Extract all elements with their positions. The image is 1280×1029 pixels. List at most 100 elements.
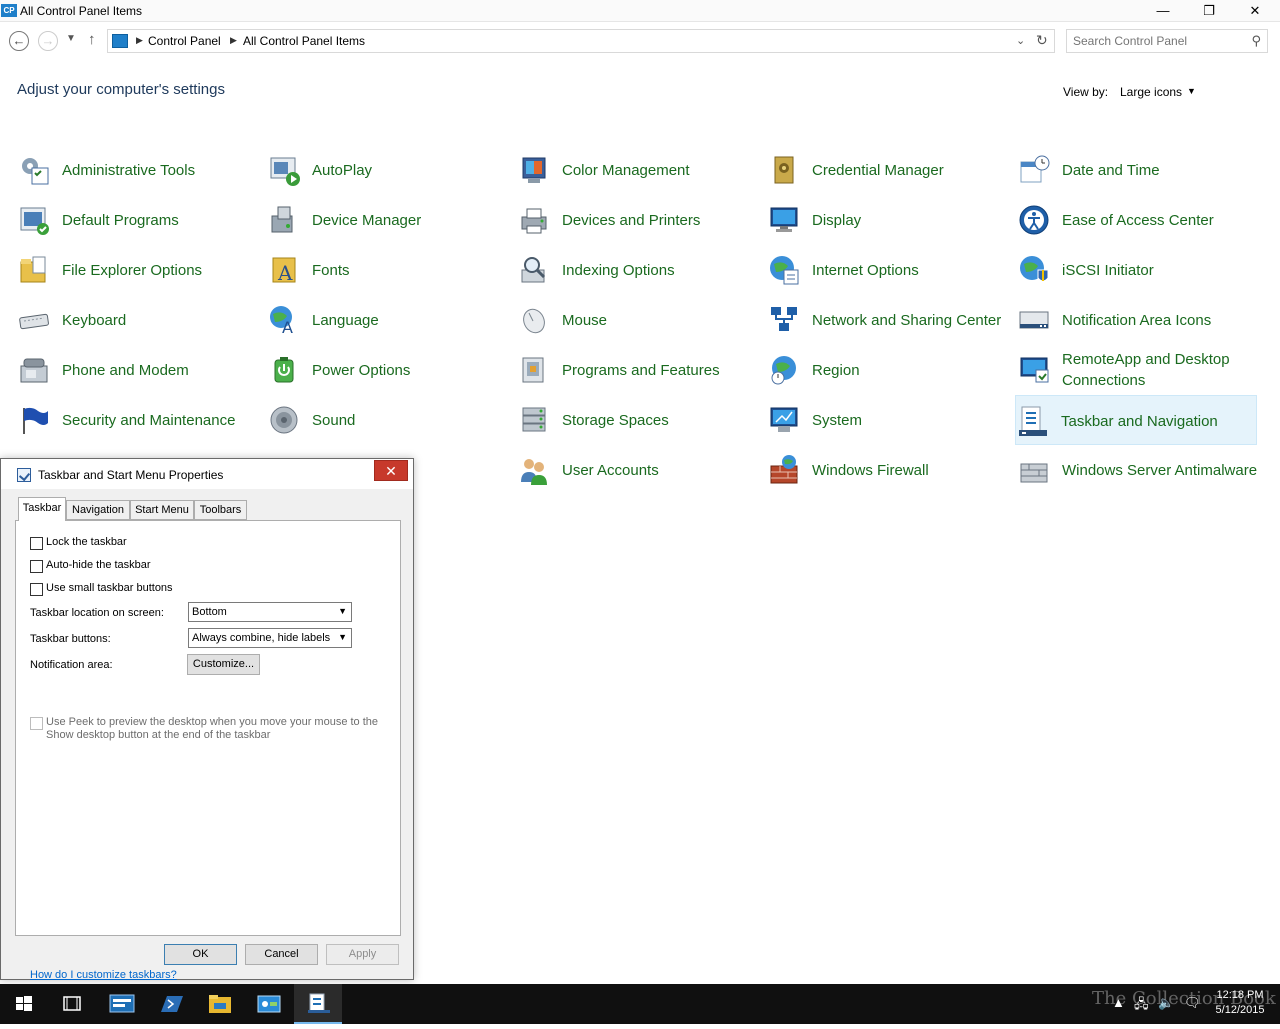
close-button[interactable]: ✕ bbox=[1232, 0, 1278, 22]
control-panel-item[interactable]: Phone and Modem bbox=[17, 345, 259, 395]
control-panel-item[interactable]: File Explorer Options bbox=[17, 245, 259, 295]
taskbar-properties-button[interactable] bbox=[294, 984, 342, 1024]
start-button[interactable] bbox=[0, 984, 48, 1024]
view-by-dropdown[interactable]: Large icons bbox=[1120, 85, 1182, 99]
control-panel-item[interactable]: A Fonts bbox=[267, 245, 509, 295]
control-panel-item[interactable]: RemoteApp and Desktop Connections bbox=[1017, 345, 1259, 395]
forward-arrow-icon[interactable]: → bbox=[38, 31, 58, 51]
control-panel-item[interactable]: Color Management bbox=[517, 145, 759, 195]
control-panel-item[interactable]: Network and Sharing Center bbox=[767, 295, 1009, 345]
control-panel-item[interactable]: System bbox=[767, 395, 1009, 445]
dialog-title: Taskbar and Start Menu Properties bbox=[38, 468, 224, 482]
network-icon[interactable]: 🖧 bbox=[1134, 995, 1149, 1017]
control-panel-item-label: File Explorer Options bbox=[62, 261, 203, 279]
windows-logo-icon bbox=[16, 996, 32, 1011]
control-panel-item[interactable]: Administrative Tools bbox=[17, 145, 259, 195]
programs-icon bbox=[518, 354, 550, 386]
control-panel-item-label: Mouse bbox=[562, 311, 608, 329]
control-panel-item[interactable]: Windows Server Antimalware bbox=[1017, 445, 1259, 495]
control-panel-item[interactable]: Power Options bbox=[267, 345, 509, 395]
address-dropdown-chevron-icon[interactable]: ⌄ bbox=[1016, 34, 1025, 47]
breadcrumb-chevron-icon[interactable]: ▶ bbox=[230, 35, 237, 46]
control-panel-item[interactable]: Windows Firewall bbox=[767, 445, 1009, 495]
control-panel-item[interactable]: Default Programs bbox=[17, 195, 259, 245]
task-view-button[interactable] bbox=[48, 984, 96, 1024]
antimalware-icon bbox=[1018, 454, 1050, 486]
control-panel-item[interactable]: User Accounts bbox=[517, 445, 759, 495]
control-panel-item[interactable]: Storage Spaces bbox=[517, 395, 759, 445]
control-panel-item[interactable]: Programs and Features bbox=[517, 345, 759, 395]
tab-taskbar[interactable]: Taskbar bbox=[18, 497, 66, 521]
volume-icon[interactable]: 🔈 bbox=[1158, 995, 1174, 1011]
mouse-icon bbox=[518, 304, 550, 336]
search-icon[interactable]: ⚲ bbox=[1251, 33, 1261, 49]
control-panel-item[interactable]: A Language bbox=[267, 295, 509, 345]
small-buttons-checkbox[interactable] bbox=[30, 583, 43, 596]
control-panel-item[interactable]: iSCSI Initiator bbox=[1017, 245, 1259, 295]
fonts-icon: A bbox=[268, 254, 300, 286]
file-explorer-button[interactable] bbox=[196, 984, 244, 1024]
control-panel-item-label: Indexing Options bbox=[562, 261, 675, 279]
control-panel-item[interactable]: Device Manager bbox=[267, 195, 509, 245]
tab-start-menu[interactable]: Start Menu bbox=[130, 500, 194, 520]
control-panel-item-label: User Accounts bbox=[562, 461, 659, 479]
taskbar-buttons-select[interactable]: Always combine, hide labels ▼ bbox=[188, 628, 352, 648]
breadcrumb-chevron-icon[interactable]: ▶ bbox=[136, 35, 143, 46]
control-panel-item[interactable]: Ease of Access Center bbox=[1017, 195, 1259, 245]
powershell-icon bbox=[161, 996, 183, 1012]
control-panel-item[interactable]: Mouse bbox=[517, 295, 759, 345]
control-panel-item[interactable]: Security and Maintenance bbox=[17, 395, 259, 445]
printer-icon bbox=[518, 204, 550, 236]
search-input[interactable] bbox=[1067, 30, 1242, 52]
tab-toolbars[interactable]: Toolbars bbox=[194, 500, 247, 520]
refresh-icon[interactable]: ↻ bbox=[1036, 32, 1048, 49]
control-panel-item[interactable]: Sound bbox=[267, 395, 509, 445]
up-arrow-icon[interactable]: ↑ bbox=[88, 31, 96, 48]
back-arrow-icon[interactable]: ← bbox=[9, 31, 29, 51]
help-link[interactable]: How do I customize taskbars? bbox=[30, 969, 177, 981]
control-panel-item[interactable]: Keyboard bbox=[17, 295, 259, 345]
control-panel-item-label: iSCSI Initiator bbox=[1062, 261, 1154, 279]
control-panel-item[interactable]: Taskbar and Navigation bbox=[1015, 395, 1257, 445]
control-panel-button[interactable] bbox=[245, 984, 293, 1024]
location-select[interactable]: Bottom ▼ bbox=[188, 602, 352, 622]
powershell-button[interactable] bbox=[147, 984, 195, 1024]
svg-text:A: A bbox=[277, 261, 293, 285]
control-panel-item[interactable]: Credential Manager bbox=[767, 145, 1009, 195]
tab-navigation[interactable]: Navigation bbox=[66, 500, 130, 520]
control-panel-item[interactable]: Display bbox=[767, 195, 1009, 245]
view-by-chevron-down-icon[interactable]: ▼ bbox=[1187, 86, 1196, 96]
control-panel-item[interactable]: Indexing Options bbox=[517, 245, 759, 295]
customize-button[interactable]: Customize... bbox=[187, 654, 260, 675]
breadcrumb-all-items[interactable]: All Control Panel Items bbox=[243, 34, 365, 48]
control-panel-item-label: Storage Spaces bbox=[562, 411, 669, 429]
ok-button[interactable]: OK bbox=[164, 944, 237, 965]
recent-locations-chevron-icon[interactable]: ▼ bbox=[66, 33, 76, 44]
ease-of-access-icon bbox=[1018, 204, 1050, 236]
svg-text:A: A bbox=[282, 318, 293, 336]
restore-button[interactable]: ❐ bbox=[1186, 0, 1232, 22]
dialog-close-button[interactable]: ✕ bbox=[374, 460, 408, 481]
control-panel-item[interactable]: Internet Options bbox=[767, 245, 1009, 295]
search-box[interactable]: ⚲ bbox=[1066, 29, 1268, 53]
control-panel-item[interactable]: AutoPlay bbox=[267, 145, 509, 195]
control-panel-item[interactable]: Date and Time bbox=[1017, 145, 1259, 195]
taskbar-properties-dialog: Taskbar and Start Menu Properties ✕ Task… bbox=[0, 458, 414, 981]
address-bar[interactable]: ▶ Control Panel ▶ All Control Panel Item… bbox=[107, 29, 1055, 53]
autoplay-icon bbox=[268, 154, 300, 186]
date-time-icon bbox=[1018, 154, 1050, 186]
control-panel-item[interactable]: Notification Area Icons bbox=[1017, 295, 1259, 345]
checklist-icon bbox=[308, 993, 330, 1013]
remoteapp-icon bbox=[1018, 354, 1050, 386]
action-center-icon[interactable]: 🗨 bbox=[1184, 995, 1201, 1011]
minimize-button[interactable]: — bbox=[1140, 0, 1186, 22]
control-panel-item[interactable]: Devices and Printers bbox=[517, 195, 759, 245]
server-manager-button[interactable] bbox=[98, 984, 146, 1024]
breadcrumb-control-panel[interactable]: Control Panel bbox=[148, 34, 221, 48]
cancel-button[interactable]: Cancel bbox=[245, 944, 318, 965]
show-hidden-icons-chevron-up-icon[interactable]: ▲ bbox=[1112, 995, 1125, 1010]
taskbar-clock[interactable]: 12:18 PM 5/12/2015 bbox=[1208, 988, 1272, 1018]
control-panel-item[interactable]: Region bbox=[767, 345, 1009, 395]
lock-taskbar-checkbox[interactable] bbox=[30, 537, 43, 550]
auto-hide-checkbox[interactable] bbox=[30, 560, 43, 573]
